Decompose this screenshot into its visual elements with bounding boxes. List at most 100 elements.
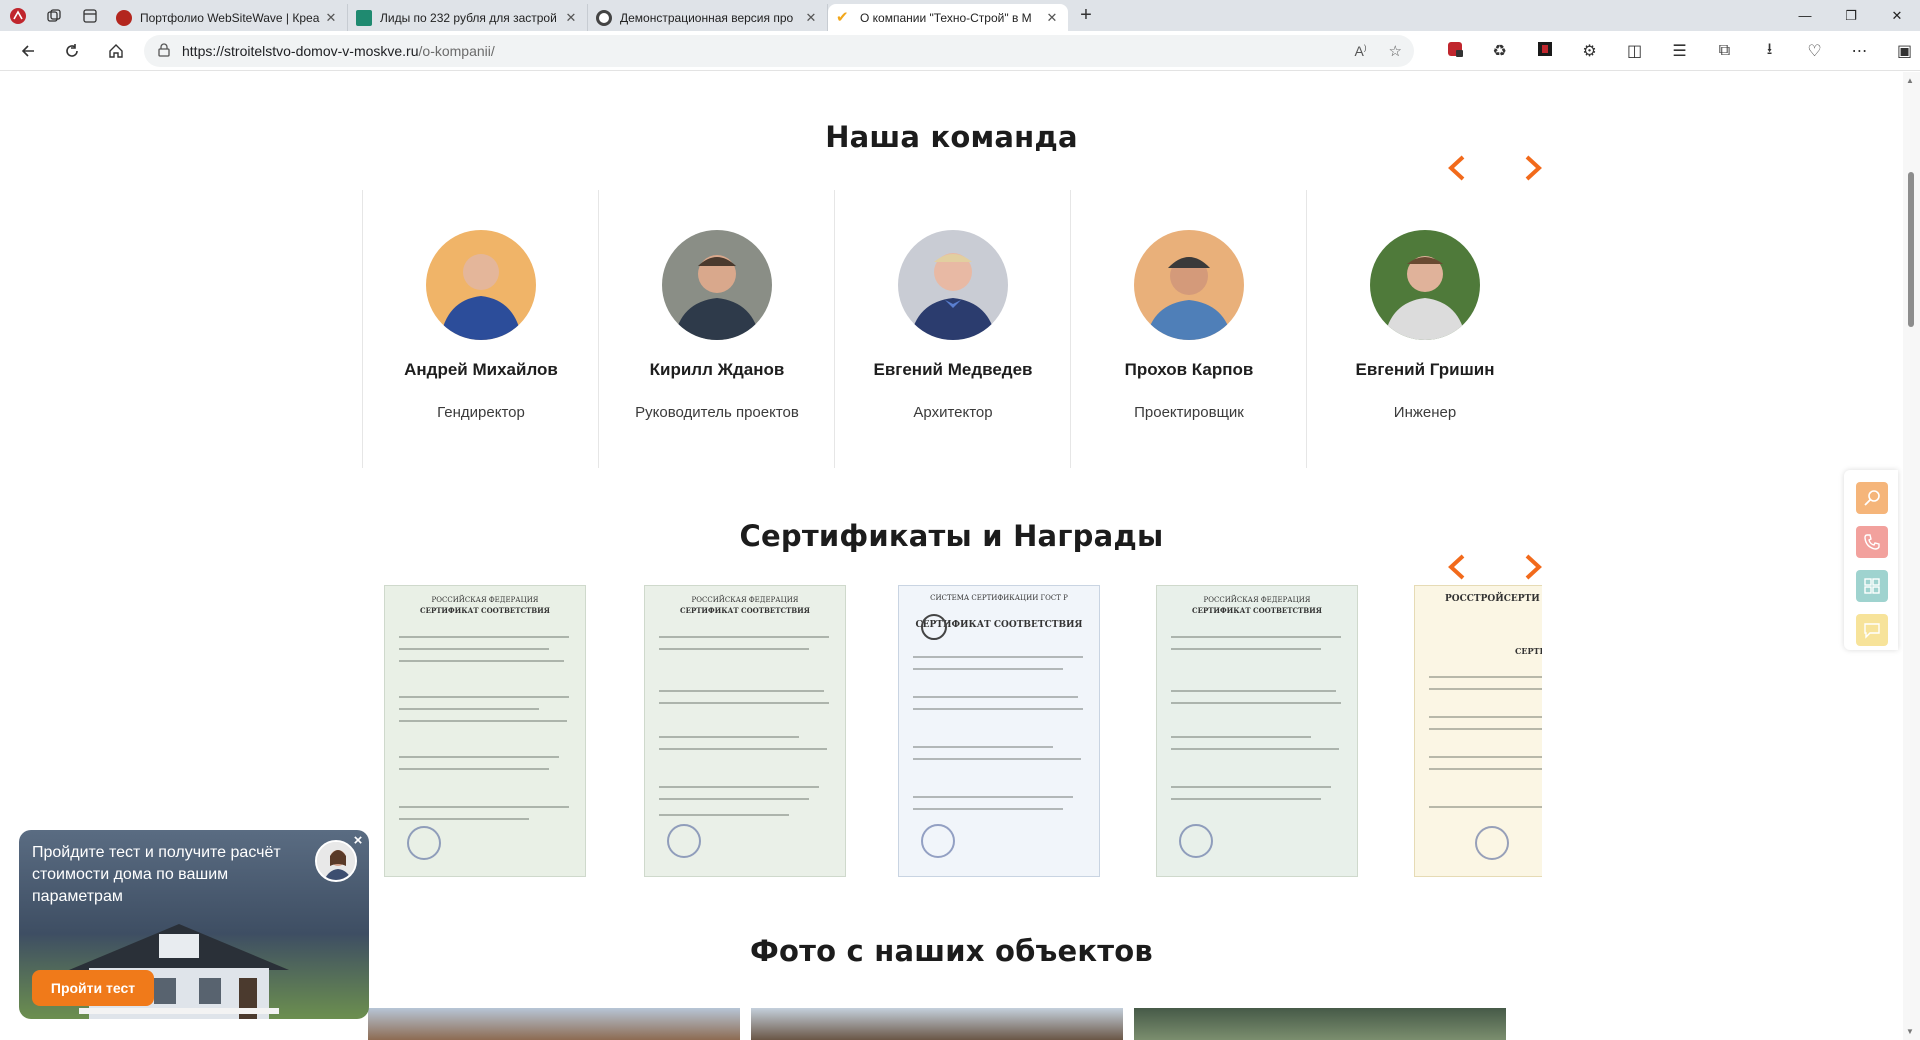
certificate-header: СИСТЕМА СЕРТИФИКАЦИИ ГОСТ Р (930, 594, 1068, 602)
team-member-card[interactable]: Кирилл Жданов Руководитель проектов (598, 190, 834, 468)
tab-favicon-icon: ✔ (836, 8, 849, 26)
tab-title: Портфолио WebSiteWave | Креа (140, 10, 320, 25)
certificate-image[interactable]: РОССТРОЙСЕРТИ СЕРТИФИКАТ СОО (1414, 585, 1542, 877)
phone-icon[interactable] (1856, 526, 1888, 558)
home-icon[interactable] (94, 31, 138, 71)
certificate-image[interactable]: РОССИЙСКАЯ ФЕДЕРАЦИЯ СЕРТИФИКАТ СООТВЕТС… (384, 585, 586, 877)
team-member-card[interactable]: Евгений Медведев Архитектор (834, 190, 1070, 468)
team-member-name: Андрей Михайлов (404, 360, 558, 379)
avatar (426, 230, 536, 340)
tab-title: О компании "Техно-Строй" в М (860, 10, 1032, 25)
tab-close-icon[interactable]: ✕ (803, 10, 819, 26)
team-carousel: Андрей Михайлов Гендиректор Кирилл Ждано… (362, 190, 1542, 468)
avatar (662, 230, 772, 340)
team-member-role: Инженер (1393, 404, 1457, 421)
team-member-role: Проектировщик (1134, 404, 1244, 421)
minimize-icon[interactable]: — (1782, 0, 1828, 31)
object-photos-gallery (368, 1008, 1508, 1040)
avatar (898, 230, 1008, 340)
quiz-popup: Пройдите тест и получите расчёт стоимост… (19, 830, 369, 1019)
take-quiz-button[interactable]: Пройти тест (32, 970, 154, 1006)
certificate-subheader: СЕРТИФИКАТ СООТВЕТСТВИЯ (680, 606, 810, 615)
avatar (1134, 230, 1244, 340)
certificate-subheader: СЕРТИФИКАТ СОО (1515, 646, 1542, 656)
page-scrollbar[interactable]: ▲ ▼ (1903, 72, 1920, 1040)
extension-toolbar: ♻ ⚙ ◫ ☰ ⧉ ⭳ ♡ ⋯ ▣ (1432, 31, 1920, 71)
tab-actions-icon[interactable] (72, 0, 108, 31)
favorite-star-icon[interactable]: ☆ (1389, 42, 1402, 60)
certificate-subheader: СЕРТИФИКАТ СООТВЕТСТВИЯ (420, 606, 550, 615)
contact-side-widget (1844, 470, 1898, 650)
browser-tab-2[interactable]: Лиды по 232 рубля для застрой ✕ (348, 4, 588, 31)
certificates-prev-arrow-icon[interactable] (1445, 554, 1471, 580)
certificate-image[interactable]: РОССИЙСКАЯ ФЕДЕРАЦИЯ СЕРТИФИКАТ СООТВЕТС… (644, 585, 846, 877)
extension-square-icon[interactable] (1522, 41, 1567, 62)
close-icon[interactable]: × (349, 832, 367, 850)
tab-close-icon[interactable]: ✕ (1044, 10, 1060, 26)
certificate-subheader: СЕРТИФИКАТ СООТВЕТСТВИЯ (1192, 606, 1322, 615)
certificate-header: РОССИЙСКАЯ ФЕДЕРАЦИЯ (431, 596, 539, 604)
extension-recycle-icon[interactable]: ♻ (1477, 41, 1522, 61)
grid-icon[interactable] (1856, 570, 1888, 602)
performance-icon[interactable]: ♡ (1792, 41, 1837, 61)
new-tab-button[interactable]: + (1068, 4, 1104, 27)
search-icon[interactable] (1856, 482, 1888, 514)
split-screen-icon[interactable]: ◫ (1612, 41, 1657, 61)
tab-title: Демонстрационная версия про (620, 10, 794, 25)
chat-icon[interactable] (1856, 614, 1888, 646)
team-member-name: Евгений Медведев (873, 360, 1033, 379)
extensions-puzzle-icon[interactable]: ⚙ (1567, 41, 1612, 61)
restore-icon[interactable]: ❐ (1828, 0, 1874, 31)
close-window-icon[interactable]: ✕ (1874, 0, 1920, 31)
object-photo[interactable] (368, 1008, 740, 1040)
team-section-title: Наша команда (825, 120, 1078, 154)
scroll-up-icon[interactable]: ▲ (1906, 76, 1914, 85)
collections-icon[interactable]: ⧉ (1702, 42, 1747, 60)
window-controls: — ❐ ✕ (1782, 0, 1920, 31)
team-member-name: Кирилл Жданов (649, 360, 785, 379)
back-arrow-icon[interactable] (6, 31, 50, 71)
url-host: https://stroitelstvo-domov-v-moskve.ru (182, 43, 419, 59)
workspaces-icon[interactable] (36, 0, 72, 31)
team-member-card[interactable]: Андрей Михайлов Гендиректор (362, 190, 598, 468)
url-field[interactable]: https://stroitelstvo-domov-v-moskve.ru/o… (144, 35, 1414, 67)
more-menu-icon[interactable]: ⋯ (1837, 41, 1882, 61)
team-prev-arrow-icon[interactable] (1445, 155, 1471, 181)
scrollbar-thumb[interactable] (1908, 172, 1914, 327)
team-member-card[interactable]: Евгений Гришин Инженер (1306, 190, 1542, 468)
url-path: /o-kompanii/ (418, 43, 495, 59)
reload-icon[interactable] (50, 31, 94, 71)
browser-tab-3[interactable]: Демонстрационная версия про ✕ (588, 4, 828, 31)
favorites-icon[interactable]: ☰ (1657, 41, 1702, 61)
extension-badge-icon[interactable] (1432, 41, 1477, 62)
object-photo[interactable] (751, 1008, 1123, 1040)
scroll-down-icon[interactable]: ▼ (1906, 1027, 1914, 1036)
certificates-section-title: Сертификаты и Награды (739, 519, 1164, 553)
avatar (1370, 230, 1480, 340)
certificates-next-arrow-icon[interactable] (1519, 554, 1545, 580)
certificates-carousel: РОССИЙСКАЯ ФЕДЕРАЦИЯ СЕРТИФИКАТ СООТВЕТС… (384, 585, 1542, 877)
tab-close-icon[interactable]: ✕ (323, 10, 339, 26)
certificate-header: РОССИЙСКАЯ ФЕДЕРАЦИЯ (691, 596, 799, 604)
certificate-header: РОССИЙСКАЯ ФЕДЕРАЦИЯ (1203, 596, 1311, 604)
team-member-card[interactable]: Прохов Карпов Проектировщик (1070, 190, 1306, 468)
quiz-text: Пройдите тест и получите расчёт стоимост… (32, 844, 281, 905)
tab-title: Лиды по 232 рубля для застрой (380, 10, 557, 25)
team-member-role: Архитектор (913, 404, 993, 421)
tab-close-icon[interactable]: ✕ (563, 10, 579, 26)
object-photo[interactable] (1134, 1008, 1506, 1040)
certificate-image[interactable]: СИСТЕМА СЕРТИФИКАЦИИ ГОСТ Р СЕРТИФИКАТ С… (898, 585, 1100, 877)
browser-tab-bar: Портфолио WebSiteWave | Креа ✕ Лиды по 2… (0, 0, 1920, 31)
address-bar-row: https://stroitelstvo-domov-v-moskve.ru/o… (0, 31, 1920, 71)
tab-favicon-icon (116, 9, 132, 26)
lock-icon[interactable] (158, 42, 170, 60)
tab-favicon-icon (356, 9, 372, 26)
browser-tab-active[interactable]: ✔ О компании "Техно-Строй" в М ✕ (828, 4, 1068, 31)
read-aloud-icon[interactable]: A) (1355, 43, 1367, 59)
sidebar-toggle-icon[interactable]: ▣ (1882, 41, 1920, 61)
browser-profile-icon[interactable] (0, 0, 36, 31)
team-next-arrow-icon[interactable] (1519, 155, 1545, 181)
downloads-icon[interactable]: ⭳ (1747, 38, 1792, 65)
browser-tab-1[interactable]: Портфолио WebSiteWave | Креа ✕ (108, 4, 348, 31)
certificate-image[interactable]: РОССИЙСКАЯ ФЕДЕРАЦИЯ СЕРТИФИКАТ СООТВЕТС… (1156, 585, 1358, 877)
